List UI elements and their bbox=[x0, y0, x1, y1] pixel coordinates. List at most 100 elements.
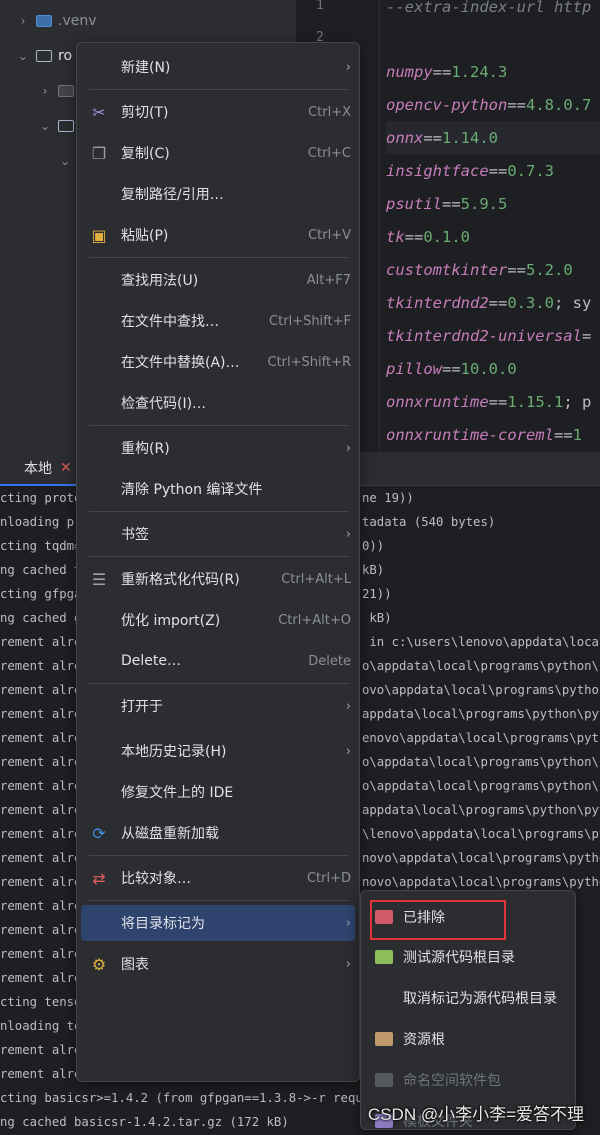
menu-item[interactable]: Delete… Delete bbox=[81, 643, 355, 679]
menu-item[interactable]: 将目录标记为 › bbox=[81, 905, 355, 941]
tree-item-venv[interactable]: › .venv bbox=[16, 8, 97, 34]
clipboard-icon: ▣ bbox=[91, 225, 107, 245]
terminal-tab-local[interactable]: 本地 ✕ bbox=[0, 452, 82, 486]
operator: == bbox=[488, 161, 508, 180]
package-name: pillow bbox=[386, 359, 442, 378]
terminal-text: 21)) bbox=[362, 587, 392, 601]
terminal-text: rement alre bbox=[0, 923, 82, 937]
menu-item[interactable]: ⚙ 图表 › bbox=[81, 946, 355, 982]
operator: == bbox=[442, 359, 461, 378]
folder-icon bbox=[58, 85, 74, 97]
menu-item[interactable]: 查找用法(U) Alt+F7 bbox=[81, 262, 355, 298]
terminal-text: cting gfpga bbox=[0, 587, 82, 601]
menu-item[interactable]: 复制路径/引用… bbox=[81, 176, 355, 212]
package-name: onnx bbox=[386, 128, 424, 147]
menu-item-shortcut: Ctrl+Shift+R bbox=[267, 354, 352, 370]
tree-item-child[interactable]: ⌄ bbox=[38, 113, 80, 139]
terminal-text: rement alre bbox=[0, 875, 82, 889]
menu-item[interactable]: 检查代码(I)… bbox=[81, 385, 355, 421]
terminal-text: cting tqdm= bbox=[0, 539, 82, 553]
package-version: 0.3.0 bbox=[507, 293, 554, 312]
menu-item[interactable]: ⟳ 从磁盘重新加载 bbox=[81, 815, 355, 851]
tree-item-child[interactable]: ⌄ bbox=[58, 148, 72, 174]
menu-separator bbox=[89, 89, 349, 90]
chevron-right-icon[interactable]: › bbox=[16, 14, 30, 28]
code-rest: ; sy bbox=[554, 293, 592, 312]
menu-item[interactable]: 打开于 › bbox=[81, 688, 355, 724]
submenu-item[interactable]: 资源根 bbox=[365, 1021, 571, 1057]
close-icon[interactable]: ✕ bbox=[60, 460, 72, 476]
menu-item[interactable]: 重构(R) › bbox=[81, 430, 355, 466]
menu-separator bbox=[89, 900, 349, 901]
terminal-text: \lenovo\appdata\local\programs\pyth bbox=[362, 827, 600, 841]
tree-item-root[interactable]: ⌄ ro bbox=[16, 43, 72, 69]
terminal-text: ne 19)) bbox=[362, 491, 414, 505]
tree-item-child[interactable]: › bbox=[38, 78, 80, 104]
package-name: customtkinter bbox=[386, 260, 508, 279]
menu-item[interactable]: ☰ 重新格式化代码(R) Ctrl+Alt+L bbox=[81, 561, 355, 597]
folder-icon bbox=[36, 50, 52, 62]
code-line: onnx == 1.14.0 bbox=[386, 121, 600, 154]
chevron-right-icon: › bbox=[345, 698, 351, 714]
code-line: pillow == 10.0.0 bbox=[386, 352, 600, 385]
chevron-down-icon[interactable]: ⌄ bbox=[16, 49, 30, 63]
menu-item-shortcut: Alt+F7 bbox=[306, 272, 351, 288]
submenu-item[interactable]: 取消标记为源代码根目录 bbox=[365, 980, 571, 1016]
menu-item-label: 复制(C) bbox=[121, 146, 170, 162]
operator: == bbox=[553, 425, 573, 444]
compare-icon: ⇄ bbox=[92, 868, 106, 888]
menu-item[interactable]: 新建(N) › bbox=[81, 49, 355, 85]
operator: == bbox=[507, 95, 526, 114]
menu-item[interactable]: 在文件中查找… Ctrl+Shift+F bbox=[81, 303, 355, 339]
package-version: 10.0.0 bbox=[460, 359, 517, 378]
menu-item-label: 清除 Python 编译文件 bbox=[121, 482, 263, 498]
submenu-item[interactable]: 测试源代码根目录 bbox=[365, 939, 571, 975]
watermark: CSDN @小李小李=爱答不理 bbox=[367, 1105, 584, 1124]
menu-item[interactable]: 修复文件上的 IDE bbox=[81, 774, 355, 810]
menu-item[interactable]: 书签 › bbox=[81, 516, 355, 552]
package-version: 5.9.5 bbox=[460, 194, 508, 213]
terminal-text: novo\appdata\local\programs\python bbox=[362, 875, 600, 889]
folder-icon bbox=[36, 15, 52, 27]
package-name: tkinterdnd2 bbox=[386, 293, 489, 312]
chevron-down-icon[interactable]: ⌄ bbox=[38, 119, 52, 133]
operator: == bbox=[432, 62, 452, 81]
terminal-text: rement alre bbox=[0, 659, 82, 673]
menu-item-label: 修复文件上的 IDE bbox=[121, 785, 234, 801]
menu-item[interactable]: 优化 import(Z) Ctrl+Alt+O bbox=[81, 602, 355, 638]
code-line: tkinterdnd2-universal = bbox=[386, 319, 600, 352]
menu-item[interactable]: ▣ 粘贴(P) Ctrl+V bbox=[81, 217, 355, 253]
menu-item[interactable]: 在文件中替换(A)… Ctrl+Shift+R bbox=[81, 344, 355, 380]
menu-item-label: 复制路径/引用… bbox=[121, 187, 224, 203]
chevron-right-icon[interactable]: › bbox=[38, 84, 52, 98]
code-line: psutil == 5.9.5 bbox=[386, 187, 600, 220]
annotation-highlight-box bbox=[370, 900, 506, 940]
menu-item[interactable]: ⇄ 比较对象… Ctrl+D bbox=[81, 860, 355, 896]
package-version: 1.24.3 bbox=[451, 62, 508, 81]
package-version: 0.7.3 bbox=[507, 161, 554, 180]
terminal-text: in c:\users\lenovo\appdata\local\ bbox=[362, 635, 600, 649]
code-line: opencv-python == 4.8.0.7 bbox=[386, 88, 600, 121]
chevron-right-icon: › bbox=[345, 440, 351, 456]
copy-icon: ❐ bbox=[91, 143, 107, 163]
package-name: onnxruntime bbox=[386, 392, 489, 411]
operator: == bbox=[488, 293, 508, 312]
menu-item-label: 书签 bbox=[121, 527, 149, 543]
terminal-text: rement alre bbox=[0, 851, 82, 865]
scissors-icon: ✂ bbox=[92, 102, 106, 122]
menu-item[interactable]: ✂ 剪切(T) Ctrl+X bbox=[81, 94, 355, 130]
menu-item[interactable]: 清除 Python 编译文件 bbox=[81, 471, 355, 507]
package-name: insightface bbox=[386, 161, 489, 180]
code-line: --extra-index-url http bbox=[386, 0, 600, 23]
menu-item-label: 剪切(T) bbox=[121, 105, 169, 121]
terminal-text: rement alre bbox=[0, 971, 82, 985]
submenu-item-label: 命名空间软件包 bbox=[403, 1073, 501, 1089]
terminal-text: appdata\local\programs\python\pytho bbox=[362, 707, 600, 721]
package-version: 5.2.0 bbox=[526, 260, 573, 279]
menu-item[interactable]: ❐ 复制(C) Ctrl+C bbox=[81, 135, 355, 171]
terminal-tab-label: 本地 bbox=[24, 460, 52, 477]
package-name: numpy bbox=[386, 62, 433, 81]
menu-item[interactable]: 本地历史记录(H) › bbox=[81, 733, 355, 769]
menu-item-label: 图表 bbox=[121, 957, 149, 973]
chevron-down-icon[interactable]: ⌄ bbox=[58, 154, 72, 168]
